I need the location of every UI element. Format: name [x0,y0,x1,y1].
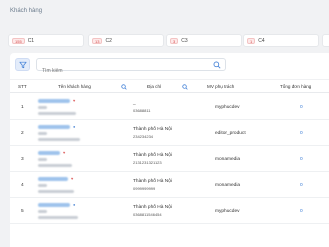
chip-label: C1 [27,37,35,44]
row-stt: 3 [21,157,24,162]
chip-label: C2 [105,37,112,44]
row-total[interactable]: 0 [300,105,303,110]
header-address: Địa chỉ [147,84,162,89]
customer-info-redacted [38,190,74,193]
heart-icon: ♥ [73,98,76,103]
table-row[interactable]: 4 ♥ Thành phố Hà Nội 0999999999 monamedi… [10,172,329,198]
row-address: Thành phố Hà Nội [133,205,172,210]
row-stt: 2 [21,131,24,136]
search-icon[interactable] [182,84,188,90]
customer-name-redacted[interactable] [38,151,60,155]
customer-info-redacted [38,106,47,109]
search-input[interactable] [37,65,207,77]
row-address: Thành phố Hà Nội [133,179,172,184]
chip-badge: 13 [92,37,103,44]
search-field [36,58,226,77]
chip-c4[interactable]: 1 C4 [243,34,319,47]
header-total: Tổng đơn hàng [280,84,312,89]
row-total[interactable]: 0 [300,131,303,136]
row-mv: editor_product [215,131,246,136]
customer-info-redacted [38,112,76,115]
row-phone: 03688811 [133,108,151,113]
row-phone: 2131231321123 [133,160,162,165]
row-phone: 234234234 [133,134,154,139]
table-header: STT Tên khách hàng Địa chỉ MV phụ trách … [10,79,329,93]
customer-info-redacted [38,132,47,135]
customer-name-redacted[interactable] [38,177,68,181]
row-mv: monamedia [215,157,241,162]
customer-info-redacted [38,138,80,141]
customer-name-redacted[interactable] [38,203,70,207]
chip-label: C4 [258,37,265,44]
search-icon[interactable] [213,61,221,69]
customer-info-redacted [38,184,47,187]
row-stt: 4 [21,183,24,188]
header-name: Tên khách hàng [58,84,91,89]
table-row[interactable]: 5 ● Thành phố Hà Nội 0368811546454 myphu… [10,198,329,224]
table-row[interactable]: 2 ● Thành phố Hà Nội 234234234 editor_pr… [10,120,329,146]
row-mv: monamedia [215,183,241,188]
row-total[interactable]: 0 [300,209,303,214]
chip-c1[interactable]: 155 C1 [8,34,84,47]
customer-info-redacted [38,216,78,219]
row-stt: 1 [21,105,24,110]
row-total[interactable]: 0 [300,183,303,188]
chip-badge: 155 [12,37,25,44]
row-total[interactable]: 0 [300,157,303,162]
search-icon[interactable] [121,84,127,90]
page-title: Khách hàng [10,8,43,14]
customer-name-redacted[interactable] [38,99,70,103]
badge-icon: ● [73,202,76,207]
badge-icon: ● [73,124,76,129]
header-stt: STT [18,84,27,89]
chip-badge: 1 [247,37,256,44]
table-row[interactable]: 3 ♥ Thành phố Hà Nội 2131231321123 monam… [10,146,329,172]
customer-info-redacted [38,210,47,213]
row-phone: 0999999999 [133,186,156,191]
filter-button[interactable] [15,58,30,71]
heart-icon: ♥ [71,176,74,181]
customer-info-redacted [38,158,47,161]
header-mv: MV phụ trách [207,84,235,89]
row-address: _ [133,101,136,106]
customer-name-redacted[interactable] [38,125,70,129]
chip-c3[interactable]: 3 C3 [166,34,242,47]
heart-icon: ♥ [63,150,66,155]
row-address: Thành phố Hà Nội [133,153,172,158]
status-chips: 155 C1 13 C2 3 C3 1 C4 [8,34,329,48]
table-row[interactable]: 1 ♥ _ 03688811 myphucdev 0 [10,94,329,120]
row-phone: 0368811546454 [133,212,162,217]
customer-panel: STT Tên khách hàng Địa chỉ MV phụ trách … [10,53,329,247]
row-address: Thành phố Hà Nội [133,127,172,132]
customer-info-redacted [38,164,72,167]
chip-label: C3 [181,37,188,44]
filter-icon [18,61,27,68]
chip-c2[interactable]: 13 C2 [88,34,164,47]
row-mv: myphucdev [215,209,240,214]
chip-badge: 3 [170,37,179,44]
chip-c5[interactable] [322,34,329,47]
row-mv: myphucdev [215,105,240,110]
row-stt: 5 [21,209,24,214]
